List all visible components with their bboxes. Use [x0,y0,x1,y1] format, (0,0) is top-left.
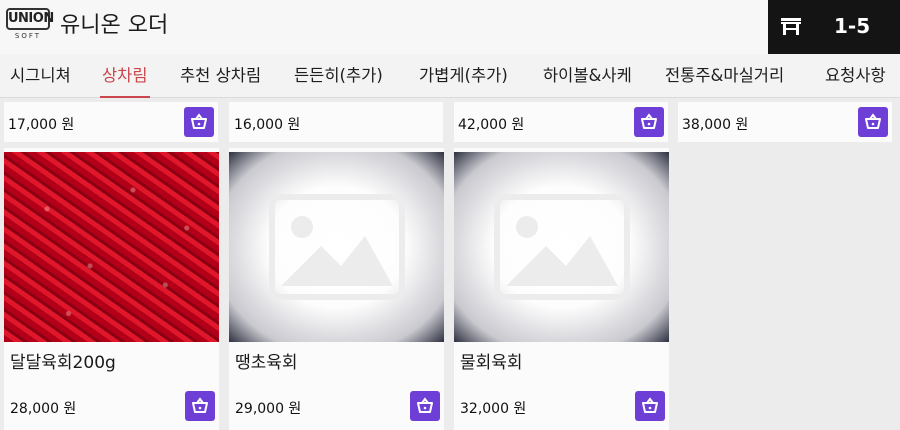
empty-area [678,148,900,430]
item-price: 38,000 원 [682,117,749,133]
category-tabs: 시그니쳐 상차림 추천 상차림 든든히(추가) 가볍게(추가) 하이볼&사케 전… [0,54,900,98]
cart-icon [417,397,433,413]
add-to-cart-button[interactable] [858,107,888,137]
add-to-cart-button[interactable] [410,391,440,421]
app-title: 유니온 오더 [60,13,169,38]
tab-recommended-setting[interactable]: 추천 상차림 [180,60,261,92]
list-item: 42,000 원 [454,102,668,142]
tab-highball-sake[interactable]: 하이볼&사케 [543,60,632,92]
tab-light-additional[interactable]: 가볍게(추가) [419,60,508,92]
table-indicator[interactable]: 1-5 [768,0,900,54]
product-card[interactable]: 물회육회 32,000 원 [454,148,669,430]
app-header: UNION SOFT 유니온 오더 1-5 [0,0,900,54]
add-to-cart-button[interactable] [634,107,664,137]
product-card[interactable]: 땡초육회 29,000 원 [229,148,444,430]
tab-traditional-drinks[interactable]: 전통주&마실거리 [665,60,784,92]
image-placeholder [229,152,444,342]
list-item: 38,000 원 [678,102,892,142]
tab-requests[interactable]: 요청사항 [825,60,886,92]
table-icon [781,18,801,35]
cart-icon [192,397,208,413]
product-image[interactable] [4,152,219,342]
product-name: 달달육회200g [10,353,116,373]
tab-table-setting[interactable]: 상차림 [100,60,150,98]
meat-photo [4,152,219,342]
product-card[interactable]: 달달육회200g 28,000 원 [4,148,219,430]
add-to-cart-button[interactable] [635,391,665,421]
union-soft-logo: UNION SOFT [6,8,54,42]
image-placeholder-icon [494,194,630,300]
product-image[interactable] [454,152,669,342]
tab-hearty-additional[interactable]: 든든히(추가) [294,60,383,92]
product-image[interactable] [229,152,444,342]
cart-icon [191,113,207,129]
item-price: 42,000 원 [458,117,525,133]
item-price: 16,000 원 [234,117,301,133]
list-item: 16,000 원 [229,102,443,142]
image-placeholder [454,152,669,342]
list-item: 17,000 원 [4,102,218,142]
item-price: 17,000 원 [8,117,75,133]
product-price: 28,000 원 [10,401,77,417]
product-price: 32,000 원 [460,401,527,417]
tab-signature[interactable]: 시그니쳐 [10,60,71,92]
cart-icon [641,113,657,129]
image-placeholder-icon [269,194,405,300]
add-to-cart-button[interactable] [184,107,214,137]
logo-subtitle: SOFT [14,32,42,40]
add-to-cart-button[interactable] [185,391,215,421]
table-number: 1-5 [834,14,871,38]
product-price: 29,000 원 [235,401,302,417]
cart-icon [865,113,881,129]
cart-icon [642,397,658,413]
product-name: 물회육회 [460,353,523,373]
logo-wordmark: UNION [6,8,54,30]
product-name: 땡초육회 [235,353,298,373]
